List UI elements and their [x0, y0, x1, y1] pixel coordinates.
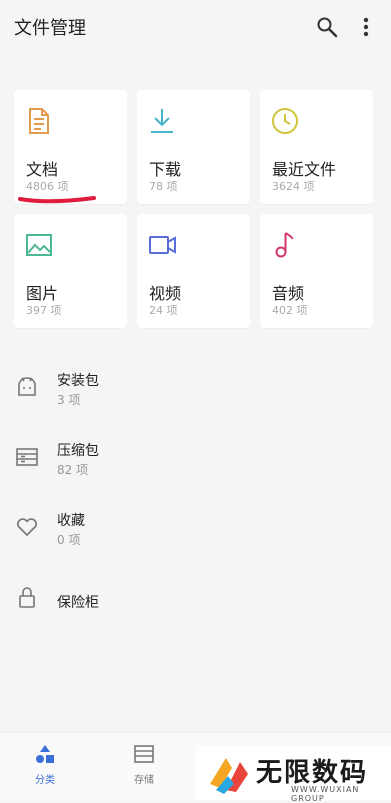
video-icon — [147, 230, 177, 260]
category-grid: 文档 4806 项 下载 78 项 最近文件 3624 项 图片 397 项 视… — [14, 90, 377, 328]
category-card-documents[interactable]: 文档 4806 项 — [14, 90, 127, 204]
android-icon — [14, 374, 40, 400]
search-icon[interactable] — [312, 12, 342, 42]
category-card-audio[interactable]: 音频 402 项 — [260, 214, 373, 328]
watermark-name: 无限数码 — [256, 758, 369, 788]
page-title: 文件管理 — [14, 18, 86, 39]
list-item-count: 0 项 — [57, 533, 81, 547]
category-label: 图片 — [26, 284, 59, 303]
watermark-tagline: WWW.WUXIAN GROUP — [291, 785, 360, 803]
category-card-recent[interactable]: 最近文件 3624 项 — [260, 90, 373, 204]
category-label: 最近文件 — [272, 160, 337, 179]
category-label: 下载 — [149, 160, 182, 179]
list-item-title: 保险柜 — [57, 595, 99, 611]
tab-storage[interactable]: 存储 — [114, 743, 174, 786]
category-label: 音频 — [272, 284, 305, 303]
tab-category[interactable]: 分类 — [15, 743, 75, 786]
list-item-installers[interactable]: 安装包 3 项 — [0, 358, 391, 428]
image-icon — [24, 230, 54, 260]
watermark-logo: 无限数码 WWW.WUXIAN GROUP — [196, 746, 391, 803]
list-item-title: 安装包 — [57, 373, 99, 389]
list-item-favorites[interactable]: 收藏 0 项 — [0, 498, 391, 568]
top-bar: 文件管理 — [0, 0, 391, 56]
category-count: 397 项 — [26, 304, 62, 317]
list-item-count: 3 项 — [57, 393, 81, 407]
category-count: 4806 项 — [26, 180, 69, 193]
download-icon — [147, 106, 177, 136]
archive-icon — [14, 444, 40, 470]
more-options-icon[interactable] — [351, 12, 381, 42]
tab-label: 存储 — [134, 775, 154, 786]
category-card-videos[interactable]: 视频 24 项 — [137, 214, 250, 328]
clock-icon — [270, 106, 300, 136]
category-card-downloads[interactable]: 下载 78 项 — [137, 90, 250, 204]
category-count: 24 项 — [149, 304, 178, 317]
category-count: 78 项 — [149, 180, 178, 193]
category-label: 文档 — [26, 160, 59, 179]
special-folders-list: 安装包 3 项 压缩包 82 项 收藏 0 项 保险柜 — [0, 358, 391, 638]
document-icon — [24, 106, 54, 136]
category-shapes-icon — [34, 743, 56, 765]
brand-mark-icon — [206, 754, 250, 794]
list-item-count: 82 项 — [57, 463, 89, 477]
music-note-icon — [270, 230, 300, 260]
list-item-archives[interactable]: 压缩包 82 项 — [0, 428, 391, 498]
category-count: 3624 项 — [272, 180, 315, 193]
category-count: 402 项 — [272, 304, 308, 317]
lock-icon — [14, 584, 40, 610]
category-card-images[interactable]: 图片 397 项 — [14, 214, 127, 328]
storage-icon — [133, 743, 155, 765]
list-item-title: 收藏 — [57, 513, 85, 529]
tab-label: 分类 — [35, 775, 55, 786]
list-item-safe[interactable]: 保险柜 — [0, 568, 391, 638]
category-label: 视频 — [149, 284, 182, 303]
list-item-title: 压缩包 — [57, 443, 99, 459]
heart-icon — [14, 514, 40, 540]
